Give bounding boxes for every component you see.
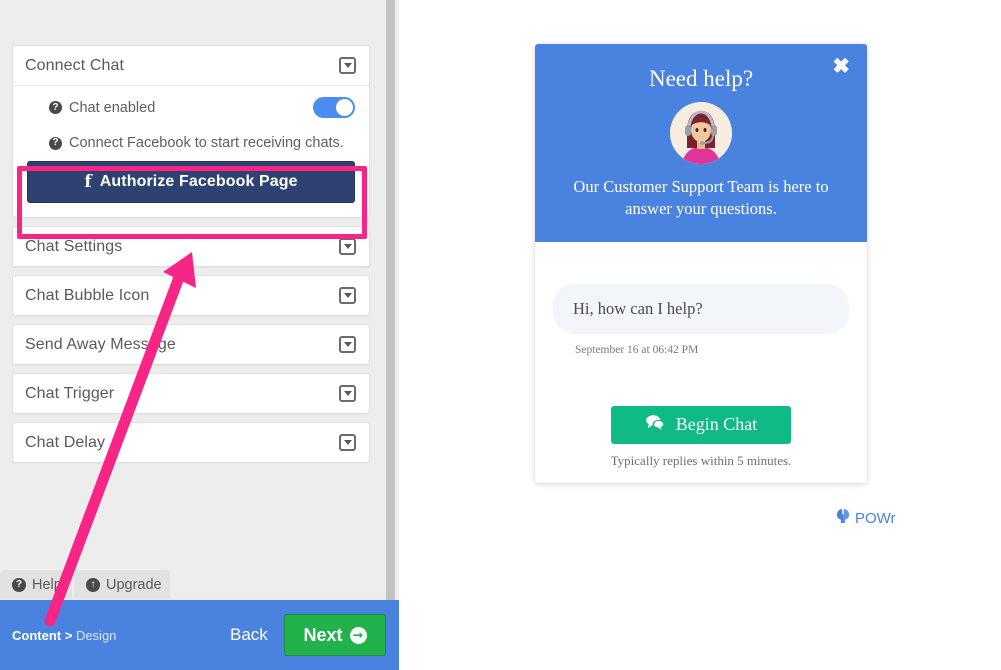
question-circle-icon[interactable]: ?	[49, 101, 62, 114]
caret-down-icon[interactable]	[339, 238, 356, 255]
powr-badge[interactable]: POWr	[836, 508, 896, 528]
bottom-tab-strip: ? Help ↑ Upgrade	[0, 570, 399, 600]
chat-widget: ✖ Need help? Our Customer Support Team i…	[535, 44, 867, 483]
next-button-label: Next	[303, 624, 343, 645]
editor-panel: Connect Chat ? Chat enabled ? Connect Fa…	[0, 0, 399, 670]
preview-area: ✖ Need help? Our Customer Support Team i…	[399, 0, 1001, 670]
question-circle-icon[interactable]: ?	[49, 136, 62, 150]
upgrade-tab-label: Upgrade	[106, 576, 162, 593]
breadcrumb-next[interactable]: Design	[76, 628, 116, 643]
caret-down-icon[interactable]	[339, 434, 356, 451]
reply-time-note: Typically replies within 5 minutes.	[610, 452, 792, 468]
authorize-button-wrap: f Authorize Facebook Page	[13, 161, 369, 217]
caret-down-icon[interactable]	[339, 287, 356, 304]
breadcrumb: Content > Design	[12, 628, 116, 643]
authorize-facebook-page-button[interactable]: f Authorize Facebook Page	[27, 161, 355, 203]
connect-facebook-note-group: ? Connect Facebook to start receiving ch…	[49, 135, 355, 151]
facebook-f-icon: f	[84, 172, 92, 192]
accordion-section-connect-chat: Connect Chat ? Chat enabled ? Connect Fa…	[12, 45, 370, 218]
back-button[interactable]: Back	[230, 625, 268, 645]
accordion-header-chat-trigger[interactable]: Chat Trigger	[13, 374, 369, 413]
caret-down-icon[interactable]	[339, 385, 356, 402]
widget-heading: Need help?	[648, 66, 754, 91]
accordion-section-chat-delay: Chat Delay	[12, 422, 370, 463]
accordion-title: Connect Chat	[25, 56, 125, 74]
accordion-section-send-away-message: Send Away Message	[12, 324, 370, 365]
question-circle-icon: ?	[12, 577, 26, 592]
accordion-title: Chat Settings	[25, 237, 123, 255]
caret-down-icon[interactable]	[339, 57, 356, 74]
accordion-title: Chat Trigger	[25, 384, 115, 402]
begin-chat-label: Begin Chat	[675, 414, 758, 435]
next-button[interactable]: Next ➞	[284, 614, 386, 656]
arrow-right-circle-icon: ➞	[349, 626, 367, 644]
widget-header: ✖ Need help? Our Customer Support Team i…	[535, 44, 867, 242]
accordion-header-connect-chat[interactable]: Connect Chat	[13, 46, 369, 85]
chat-message-bubble: Hi, how can I help?	[553, 283, 849, 334]
accordion-header-chat-settings[interactable]: Chat Settings	[13, 227, 369, 266]
breadcrumb-current[interactable]: Content >	[12, 628, 72, 643]
connect-facebook-note-row: ? Connect Facebook to start receiving ch…	[13, 129, 369, 161]
accordion-title: Send Away Message	[25, 335, 176, 353]
authorize-button-label: Authorize Facebook Page	[99, 173, 298, 190]
support-agent-avatar	[670, 102, 732, 164]
caret-down-icon[interactable]	[339, 336, 356, 353]
help-tab-label: Help	[32, 576, 62, 593]
powr-power-icon	[836, 508, 850, 528]
toggle-knob	[336, 99, 353, 116]
close-x-icon[interactable]: ✖	[832, 56, 850, 77]
accordion-header-chat-delay[interactable]: Chat Delay	[13, 423, 369, 462]
settings-accordion: Connect Chat ? Chat enabled ? Connect Fa…	[12, 45, 370, 471]
chat-enabled-toggle[interactable]	[313, 97, 355, 118]
accordion-body-connect-chat: ? Chat enabled ? Connect Facebook to sta…	[13, 85, 369, 217]
accordion-title: Chat Delay	[25, 433, 106, 451]
accordion-section-chat-trigger: Chat Trigger	[12, 373, 370, 414]
accordion-section-chat-bubble-icon: Chat Bubble Icon	[12, 275, 370, 316]
begin-chat-button[interactable]: Begin Chat	[611, 405, 791, 444]
accordion-header-chat-bubble-icon[interactable]: Chat Bubble Icon	[13, 276, 369, 315]
upgrade-tab-button[interactable]: ↑ Upgrade	[74, 570, 170, 599]
comments-icon	[645, 414, 665, 435]
chat-enabled-row: ? Chat enabled	[13, 86, 369, 129]
panel-scrollbar[interactable]	[386, 0, 395, 601]
accordion-section-chat-settings: Chat Settings	[12, 226, 370, 267]
accordion-title: Chat Bubble Icon	[25, 286, 150, 304]
widget-subtext: Our Customer Support Team is here to ans…	[573, 177, 829, 218]
connect-facebook-note: Connect Facebook to start receiving chat…	[69, 135, 344, 151]
arrow-up-circle-icon: ↑	[86, 577, 100, 592]
chat-message-timestamp: September 16 at 06:42 PM	[575, 343, 699, 356]
accordion-header-send-away-message[interactable]: Send Away Message	[13, 325, 369, 364]
help-tab-button[interactable]: ? Help	[0, 570, 72, 599]
bottom-nav-bar: Content > Design Back Next ➞	[0, 600, 399, 670]
powr-label: POWr	[855, 509, 896, 527]
widget-body: Hi, how can I help? September 16 at 06:4…	[535, 241, 867, 483]
chat-enabled-label: Chat enabled	[69, 99, 156, 116]
chat-enabled-label-group: ? Chat enabled	[49, 100, 155, 116]
